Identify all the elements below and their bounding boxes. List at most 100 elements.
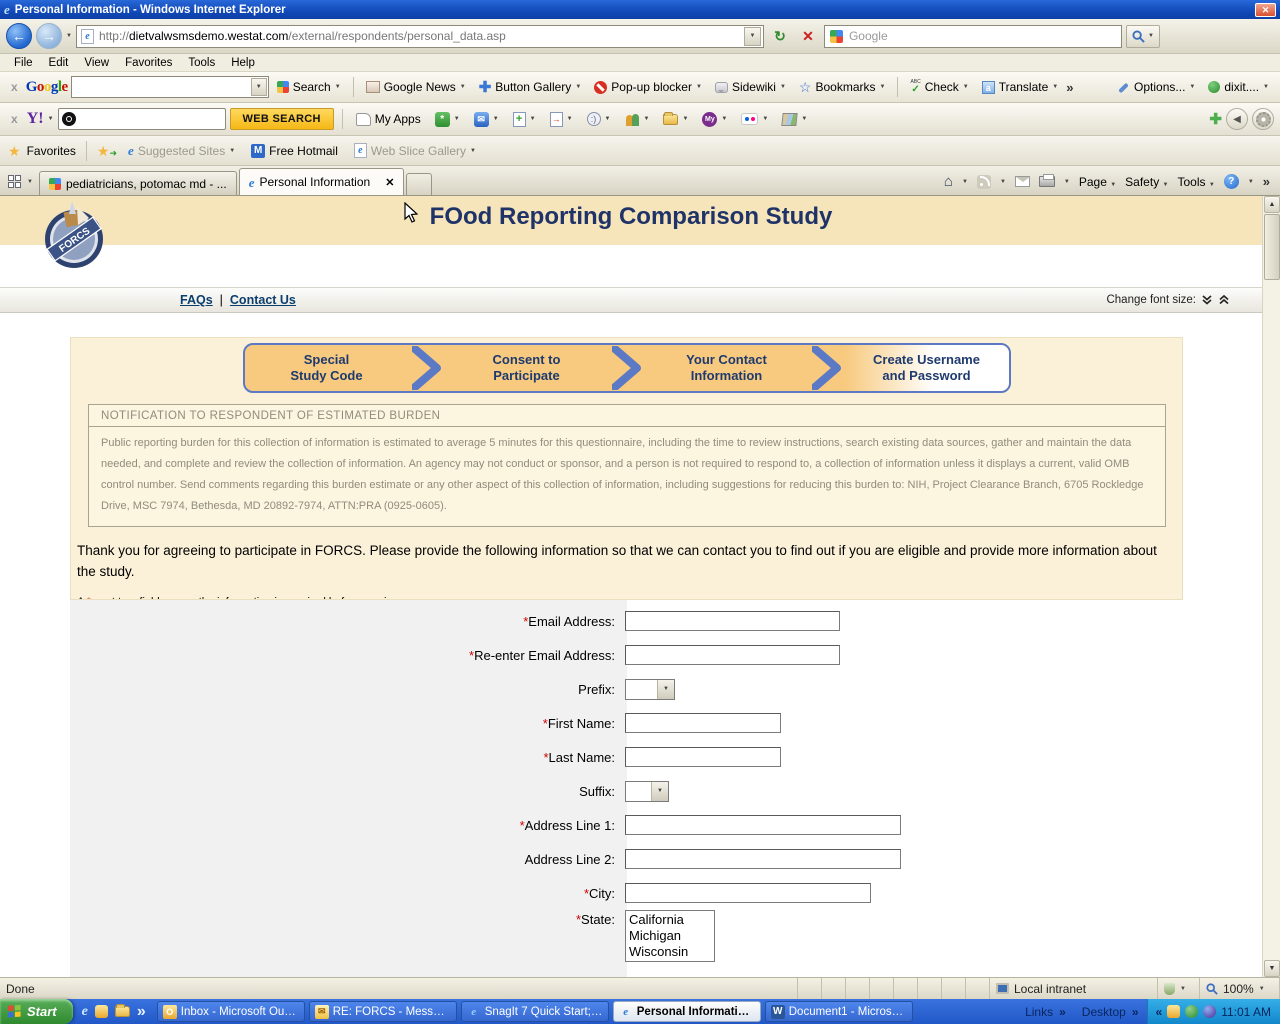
yahoo-menu-dropdown-icon[interactable]: ▼ (48, 116, 54, 122)
google-search-input[interactable]: ▼ (71, 76, 269, 98)
task-button-document1-microsoft[interactable]: WDocument1 - Microsoft ... (765, 1001, 913, 1022)
yahoo-contacts-button[interactable]: ▼ (620, 111, 655, 128)
toolbar-close-button[interactable]: x (6, 80, 23, 94)
dropdown-arrow-icon[interactable]: ▼ (651, 782, 668, 801)
popup-blocker-button[interactable]: Pop-up blocker▼ (589, 78, 707, 96)
yahoo-mail-button[interactable]: ✉▼ (469, 110, 504, 129)
city-input[interactable] (625, 883, 871, 903)
tray-app-icon[interactable] (1203, 1005, 1216, 1018)
menu-view[interactable]: View (76, 56, 117, 70)
scroll-down-button[interactable]: ▼ (1264, 960, 1280, 977)
google-search-history-dropdown[interactable]: ▼ (251, 78, 267, 96)
search-button[interactable]: ▼ (1126, 25, 1160, 48)
yahoo-my-button[interactable]: My▼ (697, 110, 732, 129)
tools-menu-button[interactable]: Tools ▼ (1178, 175, 1215, 189)
state-option[interactable]: Wisconsin (629, 944, 714, 960)
safety-menu-button[interactable]: Safety ▼ (1125, 175, 1168, 189)
first-name-input[interactable] (625, 713, 781, 733)
search-dropdown-icon[interactable]: ▼ (1148, 33, 1154, 39)
task-button-re-forcs-message-h[interactable]: ✉RE: FORCS - Message (H... (309, 1001, 457, 1022)
feeds-button[interactable] (977, 175, 991, 189)
quick-launch-folder-icon[interactable] (115, 1006, 130, 1017)
web-search-button[interactable]: WEB SEARCH (230, 108, 334, 130)
toolbar-overflow-chevron[interactable]: » (1066, 80, 1073, 95)
suggested-sites-button[interactable]: eSuggested Sites▼ (123, 142, 240, 160)
favorites-button[interactable]: Favorites (27, 144, 76, 158)
menu-help[interactable]: Help (223, 56, 263, 70)
web-slice-gallery-button[interactable]: eWeb Slice Gallery▼ (349, 141, 481, 160)
flickr-button[interactable]: ▼ (736, 111, 773, 127)
scrollbar-thumb[interactable] (1264, 214, 1280, 280)
quick-launch-ie-icon[interactable]: e (82, 1004, 88, 1020)
collapse-toolbar-button[interactable]: ◀ (1226, 108, 1248, 130)
contact-us-link[interactable]: Contact Us (230, 293, 296, 307)
read-mail-button[interactable] (1015, 176, 1030, 187)
new-tab-stub[interactable] (406, 173, 432, 195)
google-news-button[interactable]: Google News▼ (361, 78, 471, 96)
address-bar[interactable]: e http://dietvalwsmsdemo.westat.com/exte… (76, 25, 764, 48)
prefix-select[interactable]: ▼ (625, 679, 675, 700)
quick-launch-outlook-icon[interactable] (95, 1005, 108, 1018)
yahoo-share-button[interactable]: →▼ (545, 110, 578, 129)
tray-security-icon[interactable] (1185, 1005, 1198, 1018)
menu-edit[interactable]: Edit (41, 56, 77, 70)
google-search-button[interactable]: Search▼ (272, 78, 346, 96)
button-gallery-button[interactable]: ✚Button Gallery▼ (474, 78, 587, 97)
tab-close-icon[interactable]: ✕ (385, 176, 394, 189)
faqs-link[interactable]: FAQs (180, 293, 213, 307)
back-button[interactable]: ← (6, 23, 32, 49)
bookmarks-button[interactable]: ☆Bookmarks▼ (794, 78, 891, 96)
add-favorite-icon[interactable]: ★➜ (97, 144, 117, 158)
window-close-button[interactable]: ✕ (1255, 3, 1276, 17)
home-dropdown-icon[interactable]: ▼ (962, 179, 968, 185)
state-option[interactable]: Michigan (629, 928, 714, 944)
menu-favorites[interactable]: Favorites (117, 56, 180, 70)
search-box[interactable]: Google (824, 25, 1122, 48)
translate-button[interactable]: aTranslate▼ (977, 78, 1064, 96)
scroll-up-button[interactable]: ▲ (1264, 196, 1280, 213)
dropdown-arrow-icon[interactable]: ▼ (657, 680, 674, 699)
google-account-button[interactable]: dixit....▼ (1203, 78, 1274, 96)
add-toolbar-app-button[interactable]: ✚ (1209, 110, 1222, 128)
home-button[interactable]: ⌂ (944, 174, 953, 189)
yahoo-messenger-button[interactable]: :)▼ (582, 110, 616, 128)
yahoo-bookmark-add-button[interactable]: +▼ (508, 110, 541, 129)
free-hotmail-button[interactable]: MFree Hotmail (246, 142, 343, 160)
page-scrollbar[interactable]: ▲ ▼ (1262, 196, 1280, 977)
suffix-select[interactable]: ▼ (625, 781, 669, 802)
feeds-dropdown-icon[interactable]: ▼ (1000, 179, 1006, 185)
reenter-email-input[interactable] (625, 645, 840, 665)
last-name-input[interactable] (625, 747, 781, 767)
menu-tools[interactable]: Tools (180, 56, 223, 70)
refresh-button[interactable]: ↻ (768, 24, 792, 48)
address-dropdown-button[interactable]: ▼ (744, 27, 761, 46)
increase-font-icon[interactable] (1218, 294, 1230, 306)
page-menu-button[interactable]: Page ▼ (1079, 175, 1116, 189)
tab-list-dropdown-icon[interactable]: ▼ (27, 179, 33, 185)
command-bar-overflow-chevron[interactable]: » (1263, 174, 1270, 189)
start-button[interactable]: Start (0, 999, 73, 1024)
tray-outlook-icon[interactable] (1167, 1005, 1180, 1018)
task-button-personal-information[interactable]: ePersonal Information ... (613, 1001, 761, 1022)
stop-button[interactable]: ✕ (796, 24, 820, 48)
protected-mode-pane[interactable]: ▼ (1158, 978, 1200, 999)
yahoo-maps-button[interactable]: ▼ (777, 111, 812, 128)
print-dropdown-icon[interactable]: ▼ (1064, 179, 1070, 185)
yahoo-folder-button[interactable]: ▼ (658, 112, 693, 127)
menu-file[interactable]: File (6, 56, 41, 70)
state-listbox[interactable]: CaliforniaMichiganWisconsin (625, 910, 715, 962)
yahoo-toolbar-close-button[interactable]: x (6, 112, 23, 126)
yahoo-app-button[interactable]: *▼ (430, 110, 465, 129)
yahoo-logo[interactable]: Y! (27, 110, 44, 128)
email-input[interactable] (625, 611, 840, 631)
links-toolbar[interactable]: Links» (1017, 1005, 1074, 1019)
desktop-toolbar[interactable]: Desktop» (1074, 1005, 1147, 1019)
print-button[interactable] (1039, 176, 1055, 187)
help-dropdown-icon[interactable]: ▼ (1248, 179, 1254, 185)
task-button-snagit-7-quick-start-ca[interactable]: eSnagIt 7 Quick Start; Ca... (461, 1001, 609, 1022)
help-button[interactable]: ? (1224, 174, 1239, 189)
recent-pages-dropdown-icon[interactable]: ▼ (66, 33, 72, 39)
quick-launch-overflow-chevron[interactable]: » (137, 1003, 146, 1021)
task-button-inbox-microsoft-outlook[interactable]: OInbox - Microsoft Outlook (157, 1001, 305, 1022)
forward-button[interactable]: → (36, 23, 62, 49)
